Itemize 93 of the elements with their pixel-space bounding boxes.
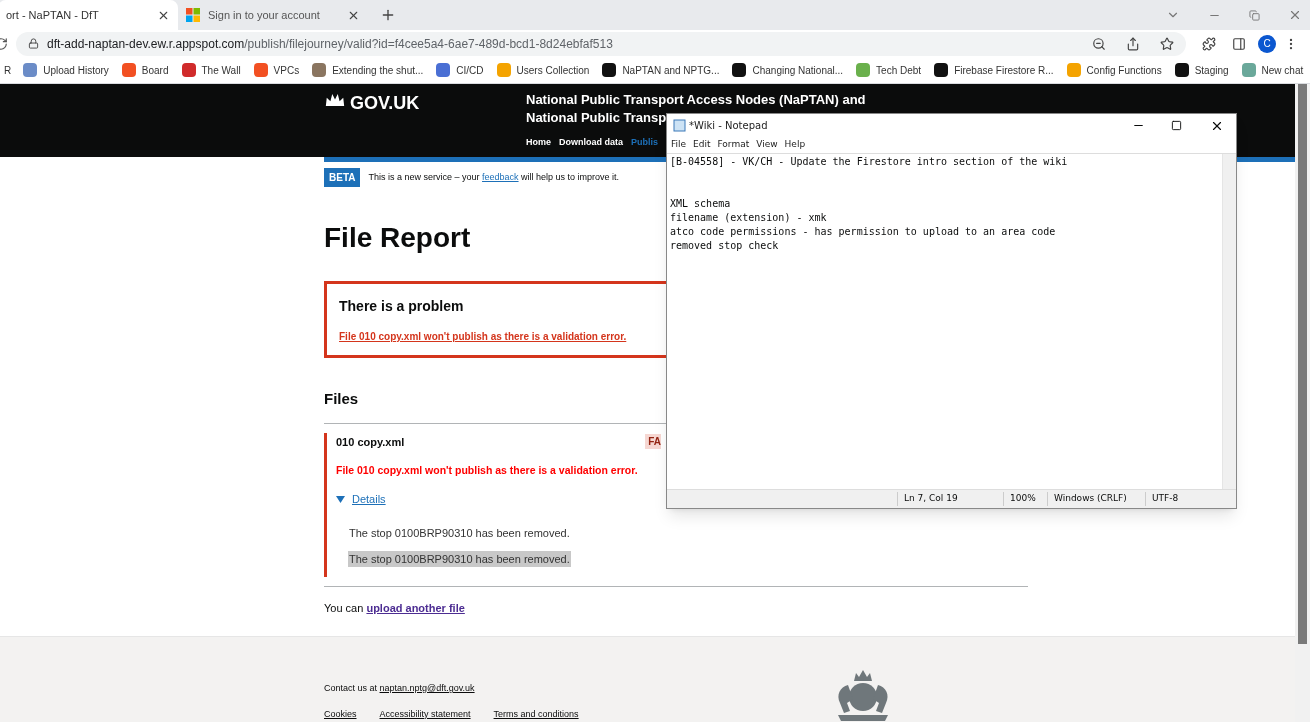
side-panel-icon[interactable]	[1232, 36, 1246, 51]
status-field: UTF-8	[1145, 492, 1215, 506]
scrollbar[interactable]	[1295, 84, 1310, 722]
status-tag: FA	[645, 434, 661, 450]
details-message: The stop 0100BRP90310 has been removed.	[348, 526, 571, 542]
menu-item[interactable]: Help	[784, 138, 806, 152]
crown-icon	[324, 91, 346, 108]
text-area[interactable]: [B-04558] - VK/CH - Update the Firestore intro section of the wiki XML schema filename (extension) - xmk atco code permissions - has permission to upload to an area code removed stop check	[667, 154, 1222, 489]
error-link[interactable]: File 010 copy.xml won't publish as there is a validation error.	[339, 329, 627, 344]
bookmark[interactable]: Board	[121, 62, 169, 78]
nav-link[interactable]: Download data	[559, 136, 624, 150]
service-title: National Public Transport Access Nodes (NaPTAN) and	[526, 91, 866, 109]
bookmark[interactable]: New chat	[1241, 62, 1304, 78]
bookmark[interactable]: Staging	[1174, 62, 1229, 78]
details-link[interactable]: Details	[352, 490, 386, 508]
favicon	[732, 63, 747, 77]
triangle-down-icon[interactable]	[336, 494, 345, 504]
footer-link[interactable]: Accessibility statement	[379, 707, 471, 721]
contact-email-link[interactable]: naptan.nptg@dft.gov.uk	[379, 683, 475, 693]
profile-avatar[interactable]: C	[1258, 34, 1276, 53]
star-icon[interactable]	[1160, 36, 1174, 51]
nav-link[interactable]: Publis	[631, 136, 659, 150]
tab-title: ort - NaPTAN - DfT	[6, 7, 100, 23]
favicon	[436, 63, 451, 77]
share-icon[interactable]	[1126, 36, 1140, 51]
details-message: The stop 0100BRP90310 has been removed.	[348, 550, 571, 568]
bookmark[interactable]: VPCs	[253, 62, 300, 78]
feedback-link[interactable]: feedback	[482, 171, 519, 182]
favicon	[181, 63, 196, 77]
maximize-icon[interactable]	[1171, 120, 1182, 131]
status-field: Ln 7, Col 19	[897, 492, 1003, 506]
favicon	[253, 63, 268, 77]
vertical-scrollbar[interactable]	[1222, 154, 1236, 489]
text-line: atco code permissions - has permission to upload to an area code	[670, 225, 1057, 239]
bookmark[interactable]: Extending the shut...	[312, 62, 424, 78]
bookmark[interactable]: Tech Debt	[856, 62, 922, 78]
text-line: [B-04558] - VK/CH - Update the Firestore intro section of the wiki	[670, 155, 1069, 169]
status-field: 100%	[1003, 492, 1047, 506]
favicon	[23, 63, 38, 77]
status-field: Windows (CRLF)	[1047, 492, 1145, 506]
error-summary-title: There is a problem	[339, 297, 464, 316]
site-logo[interactable]: GOV.UK	[350, 90, 420, 117]
bookmark[interactable]: Changing National...	[732, 62, 844, 78]
bookmark[interactable]: NaPTAN and NPTG...	[602, 62, 720, 78]
file-name: 010 copy.xml	[336, 434, 405, 450]
window-title: *Wiki - Notepad	[689, 119, 768, 133]
browser-tab[interactable]: Sign in to your account	[178, 0, 368, 30]
address-bar[interactable]: dft-add-naptan-dev.ew.r.appspot.com/publish/filejourney/valid?id=f4cee5a4-6ae7-489d-bcd1-8d24ebfaf513	[16, 31, 1186, 56]
favicon	[1241, 63, 1256, 77]
text-line: XML schema	[670, 197, 732, 211]
bookmark[interactable]: The Wall	[181, 62, 241, 78]
menu-item[interactable]: Edit	[693, 138, 711, 152]
footer-link[interactable]: Cookies	[324, 707, 357, 721]
nav-link[interactable]: Home	[526, 136, 551, 150]
favicon	[496, 63, 511, 77]
phase-banner-text: This is a new service – your feedback will help us to improve it.	[368, 170, 620, 184]
footer-link[interactable]: Terms and conditions	[493, 707, 579, 721]
service-title: National Public Transp	[526, 109, 667, 127]
file-error: File 010 copy.xml won't publish as there is a validation error.	[336, 463, 638, 478]
browser-tab[interactable]: ort - NaPTAN - DfT	[0, 0, 178, 30]
text-line: removed stop check	[670, 239, 780, 253]
restore-icon[interactable]	[1249, 9, 1260, 21]
tab-title: Sign in to your account	[208, 7, 321, 23]
favicon	[1174, 63, 1189, 77]
notepad-icon	[673, 119, 686, 132]
windows-logo-icon	[186, 8, 200, 22]
contact-text: Contact us at naptan.nptg@dft.gov.uk	[324, 682, 476, 695]
phase-tag: BETA	[324, 168, 361, 187]
url-text: dft-add-naptan-dev.ew.r.appspot.com/publish/filejourney/valid?id=f4cee5a4-6ae7-489d-bcd1-8d24ebfaf513	[47, 35, 613, 53]
zoom-icon[interactable]	[1092, 36, 1106, 51]
menu-item[interactable]: View	[756, 138, 778, 152]
upload-text: You can upload another file	[324, 601, 466, 617]
new-tab-icon[interactable]	[380, 7, 396, 23]
text-line: filename (extension) - xmk	[670, 211, 828, 225]
files-heading: Files	[324, 389, 360, 409]
favicon	[856, 63, 871, 77]
favicon	[312, 63, 327, 77]
menu-item[interactable]: File	[671, 138, 687, 152]
bookmark[interactable]: CI/CD	[436, 62, 484, 78]
page-title: File Report	[324, 221, 471, 255]
favicon	[602, 63, 617, 77]
favicon	[1066, 63, 1081, 77]
bookmark[interactable]: Upload History	[23, 62, 109, 78]
extensions-icon[interactable]	[1202, 36, 1216, 51]
bookmark[interactable]: R	[4, 62, 12, 78]
favicon	[934, 63, 949, 77]
bookmark[interactable]: Firebase Firestore R...	[934, 62, 1054, 78]
bookmark[interactable]: Config Functions	[1066, 62, 1162, 78]
favicon	[121, 63, 136, 77]
bookmark[interactable]: Users Collection	[496, 62, 590, 78]
menu-item[interactable]: Format	[717, 138, 750, 152]
upload-link[interactable]: upload another file	[366, 602, 465, 615]
lock-icon	[28, 38, 39, 49]
